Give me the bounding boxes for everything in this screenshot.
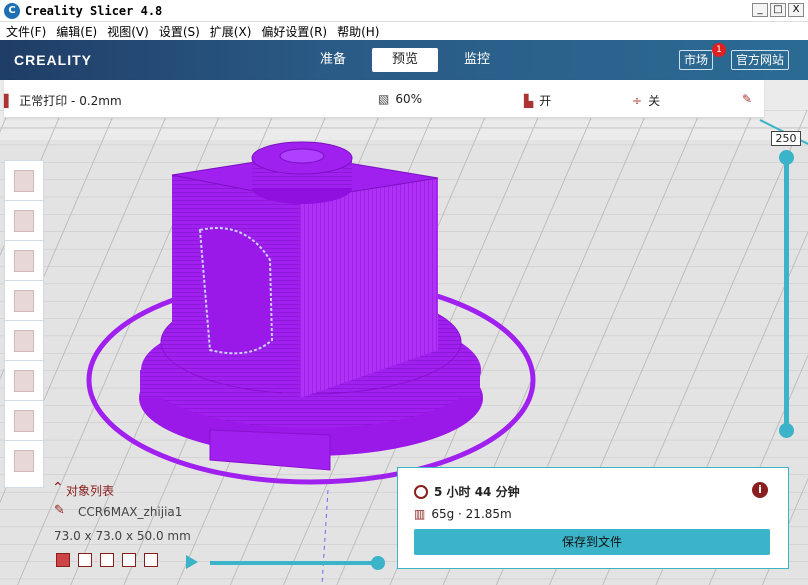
scale-tool[interactable] bbox=[5, 201, 43, 241]
layer-slider-top-handle[interactable] bbox=[779, 150, 794, 165]
app-header: CREALITY 准备 预览 监控 市场 官方网站 bbox=[0, 40, 808, 80]
menu-view[interactable]: 视图(V) bbox=[107, 23, 149, 40]
menu-bar: 文件(F) 编辑(E) 视图(V) 设置(S) 扩展(X) 偏好设置(R) 帮助… bbox=[0, 22, 808, 40]
edit-settings-button[interactable]: ✎ bbox=[742, 92, 758, 106]
marketplace-button[interactable]: 市场 bbox=[679, 50, 714, 70]
object-name: CCR6MAX_zhijia1 bbox=[78, 505, 183, 519]
rotate-tool-icon bbox=[14, 249, 34, 272]
front-view-cube-icon[interactable] bbox=[78, 553, 92, 567]
print-time: 5 小时 44 分钟 bbox=[434, 485, 520, 499]
title-bar: C Creality Slicer 4.8 _ □ X bbox=[0, 0, 808, 22]
tab-preview[interactable]: 预览 bbox=[372, 48, 438, 72]
object-list-header[interactable]: ⌃ 对象列表 bbox=[52, 480, 115, 499]
left-toolbar bbox=[4, 160, 44, 488]
support-setting[interactable]: ▙ 开 bbox=[524, 92, 551, 109]
per-model-icon bbox=[14, 329, 34, 352]
mirror-tool-icon bbox=[14, 289, 34, 312]
pencil-icon: ✎ bbox=[742, 92, 753, 106]
material-usage: 65g · 21.85m bbox=[431, 507, 512, 521]
adhesion-icon: ÷ bbox=[632, 93, 643, 108]
move-tool[interactable] bbox=[5, 161, 43, 201]
app-logo-icon: C bbox=[4, 2, 20, 19]
layer-progress-track[interactable] bbox=[210, 561, 378, 565]
creality-logo: CREALITY bbox=[14, 52, 92, 68]
profile-icon: ▌ bbox=[4, 93, 14, 108]
layer-progress-handle[interactable] bbox=[371, 556, 385, 570]
layer-slider-bottom-handle[interactable] bbox=[779, 423, 794, 438]
window-controls: _ □ X bbox=[752, 3, 804, 17]
chevron-up-icon: ⌃ bbox=[52, 480, 64, 496]
website-button[interactable]: 官方网站 bbox=[731, 50, 790, 70]
menu-help[interactable]: 帮助(H) bbox=[337, 23, 379, 40]
infill-setting[interactable]: ▧ 60% bbox=[378, 92, 422, 106]
view-orientation-buttons bbox=[56, 553, 158, 567]
tab-monitor[interactable]: 监控 bbox=[444, 48, 510, 72]
print-settings-bar[interactable]: ▌ 正常打印 - 0.2mm ▧ 60% ▙ 开 ÷ 关 ✎ bbox=[4, 80, 764, 118]
save-to-file-button[interactable]: 保存到文件 bbox=[414, 529, 770, 555]
mirror-tool[interactable] bbox=[5, 281, 43, 321]
profile-label: 正常打印 - 0.2mm bbox=[19, 94, 122, 108]
cut-tool-icon bbox=[14, 409, 34, 432]
profile-setting[interactable]: ▌ 正常打印 - 0.2mm bbox=[4, 92, 122, 109]
infill-value: 60% bbox=[395, 92, 423, 106]
window-title: Creality Slicer 4.8 bbox=[25, 3, 163, 18]
cut-tool[interactable] bbox=[5, 401, 43, 441]
menu-settings[interactable]: 设置(S) bbox=[159, 23, 200, 40]
info-icon[interactable]: i bbox=[752, 482, 768, 498]
object-dimensions: 73.0 x 73.0 x 50.0 mm bbox=[54, 529, 191, 543]
clock-icon bbox=[414, 484, 428, 499]
menu-file[interactable]: 文件(F) bbox=[6, 23, 46, 40]
support-value: 开 bbox=[539, 94, 552, 108]
scale-tool-icon bbox=[14, 209, 34, 232]
rotate-tool[interactable] bbox=[5, 241, 43, 281]
support-blocker-tool[interactable] bbox=[5, 361, 43, 401]
layer-tool[interactable] bbox=[5, 441, 43, 481]
move-tool-icon bbox=[14, 169, 34, 192]
top-view-cube-icon[interactable] bbox=[100, 553, 114, 567]
tab-prepare[interactable]: 准备 bbox=[300, 48, 366, 72]
stage-tabs: 准备 预览 监控 bbox=[300, 48, 510, 72]
spool-icon: ▥ bbox=[414, 507, 426, 521]
minimize-button[interactable]: _ bbox=[752, 3, 768, 17]
close-button[interactable]: X bbox=[788, 3, 804, 17]
layer-slider-track[interactable] bbox=[784, 158, 789, 430]
adhesion-value: 关 bbox=[648, 94, 661, 108]
layer-tool-icon bbox=[14, 450, 34, 472]
infill-icon: ▧ bbox=[378, 92, 390, 106]
object-list-panel: ⌃ 对象列表 ✎ CCR6MAX_zhijia1 73.0 x 73.0 x 5… bbox=[48, 480, 396, 585]
support-icon: ▙ bbox=[524, 93, 534, 108]
right-view-cube-icon[interactable] bbox=[144, 553, 158, 567]
left-view-cube-icon[interactable] bbox=[122, 553, 136, 567]
edit-icon[interactable]: ✎ bbox=[54, 503, 65, 518]
object-list-title: 对象列表 bbox=[66, 484, 115, 498]
per-model-settings-tool[interactable] bbox=[5, 321, 43, 361]
menu-extensions[interactable]: 扩展(X) bbox=[210, 23, 252, 40]
material-row: ▥ 65g · 21.85m bbox=[414, 507, 512, 521]
support-blocker-icon bbox=[14, 369, 34, 392]
print-info-panel: 5 小时 44 分钟 ▥ 65g · 21.85m i 保存到文件 bbox=[397, 467, 789, 569]
layer-value-field[interactable]: 250 bbox=[771, 131, 801, 146]
notification-badge: 1 bbox=[712, 43, 726, 57]
3d-view-cube-icon[interactable] bbox=[56, 553, 70, 567]
menu-preferences[interactable]: 偏好设置(R) bbox=[261, 23, 327, 40]
play-icon[interactable] bbox=[186, 555, 198, 569]
maximize-button[interactable]: □ bbox=[770, 3, 786, 17]
adhesion-setting[interactable]: ÷ 关 bbox=[632, 92, 660, 109]
print-time-row: 5 小时 44 分钟 bbox=[414, 483, 520, 500]
menu-edit[interactable]: 编辑(E) bbox=[56, 23, 97, 40]
